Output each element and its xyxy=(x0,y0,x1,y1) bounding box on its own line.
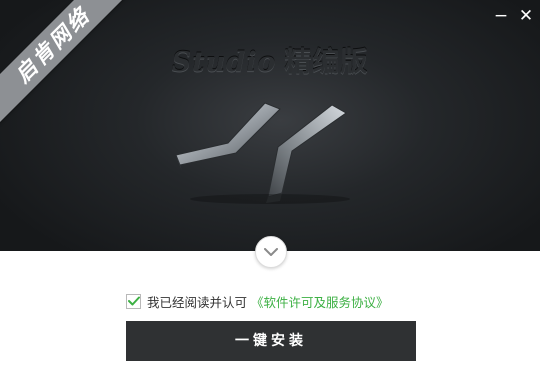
close-button[interactable]: ✕ xyxy=(516,6,536,26)
product-title-name: Studio xyxy=(171,47,277,78)
license-agreement-link[interactable]: 《软件许可及服务协议》 xyxy=(251,292,389,311)
one-click-install-button[interactable]: 一键安装 xyxy=(126,321,416,361)
minimize-button[interactable]: − xyxy=(491,6,511,26)
minimize-icon: − xyxy=(493,6,509,26)
expand-options-button[interactable] xyxy=(255,236,287,268)
product-title-edition: 精编版 xyxy=(284,47,369,78)
chevron-down-icon xyxy=(264,247,278,256)
product-logo-icon xyxy=(175,102,350,204)
product-title: Studio 精编版 xyxy=(0,40,540,79)
agreement-row: 我已经阅读并认可 《软件许可及服务协议》 xyxy=(126,292,389,310)
hero-banner: Studio 精编版 启肯网络 − ✕ xyxy=(0,0,540,251)
checkmark-icon xyxy=(127,296,140,306)
close-icon: ✕ xyxy=(518,6,534,26)
agreement-checkbox[interactable] xyxy=(126,293,141,309)
agreement-text: 我已经阅读并认可 xyxy=(147,294,248,310)
installer-window: Studio 精编版 启肯网络 − ✕ 我已经阅读并认可 《软件许可及服务协议》… xyxy=(0,0,540,392)
